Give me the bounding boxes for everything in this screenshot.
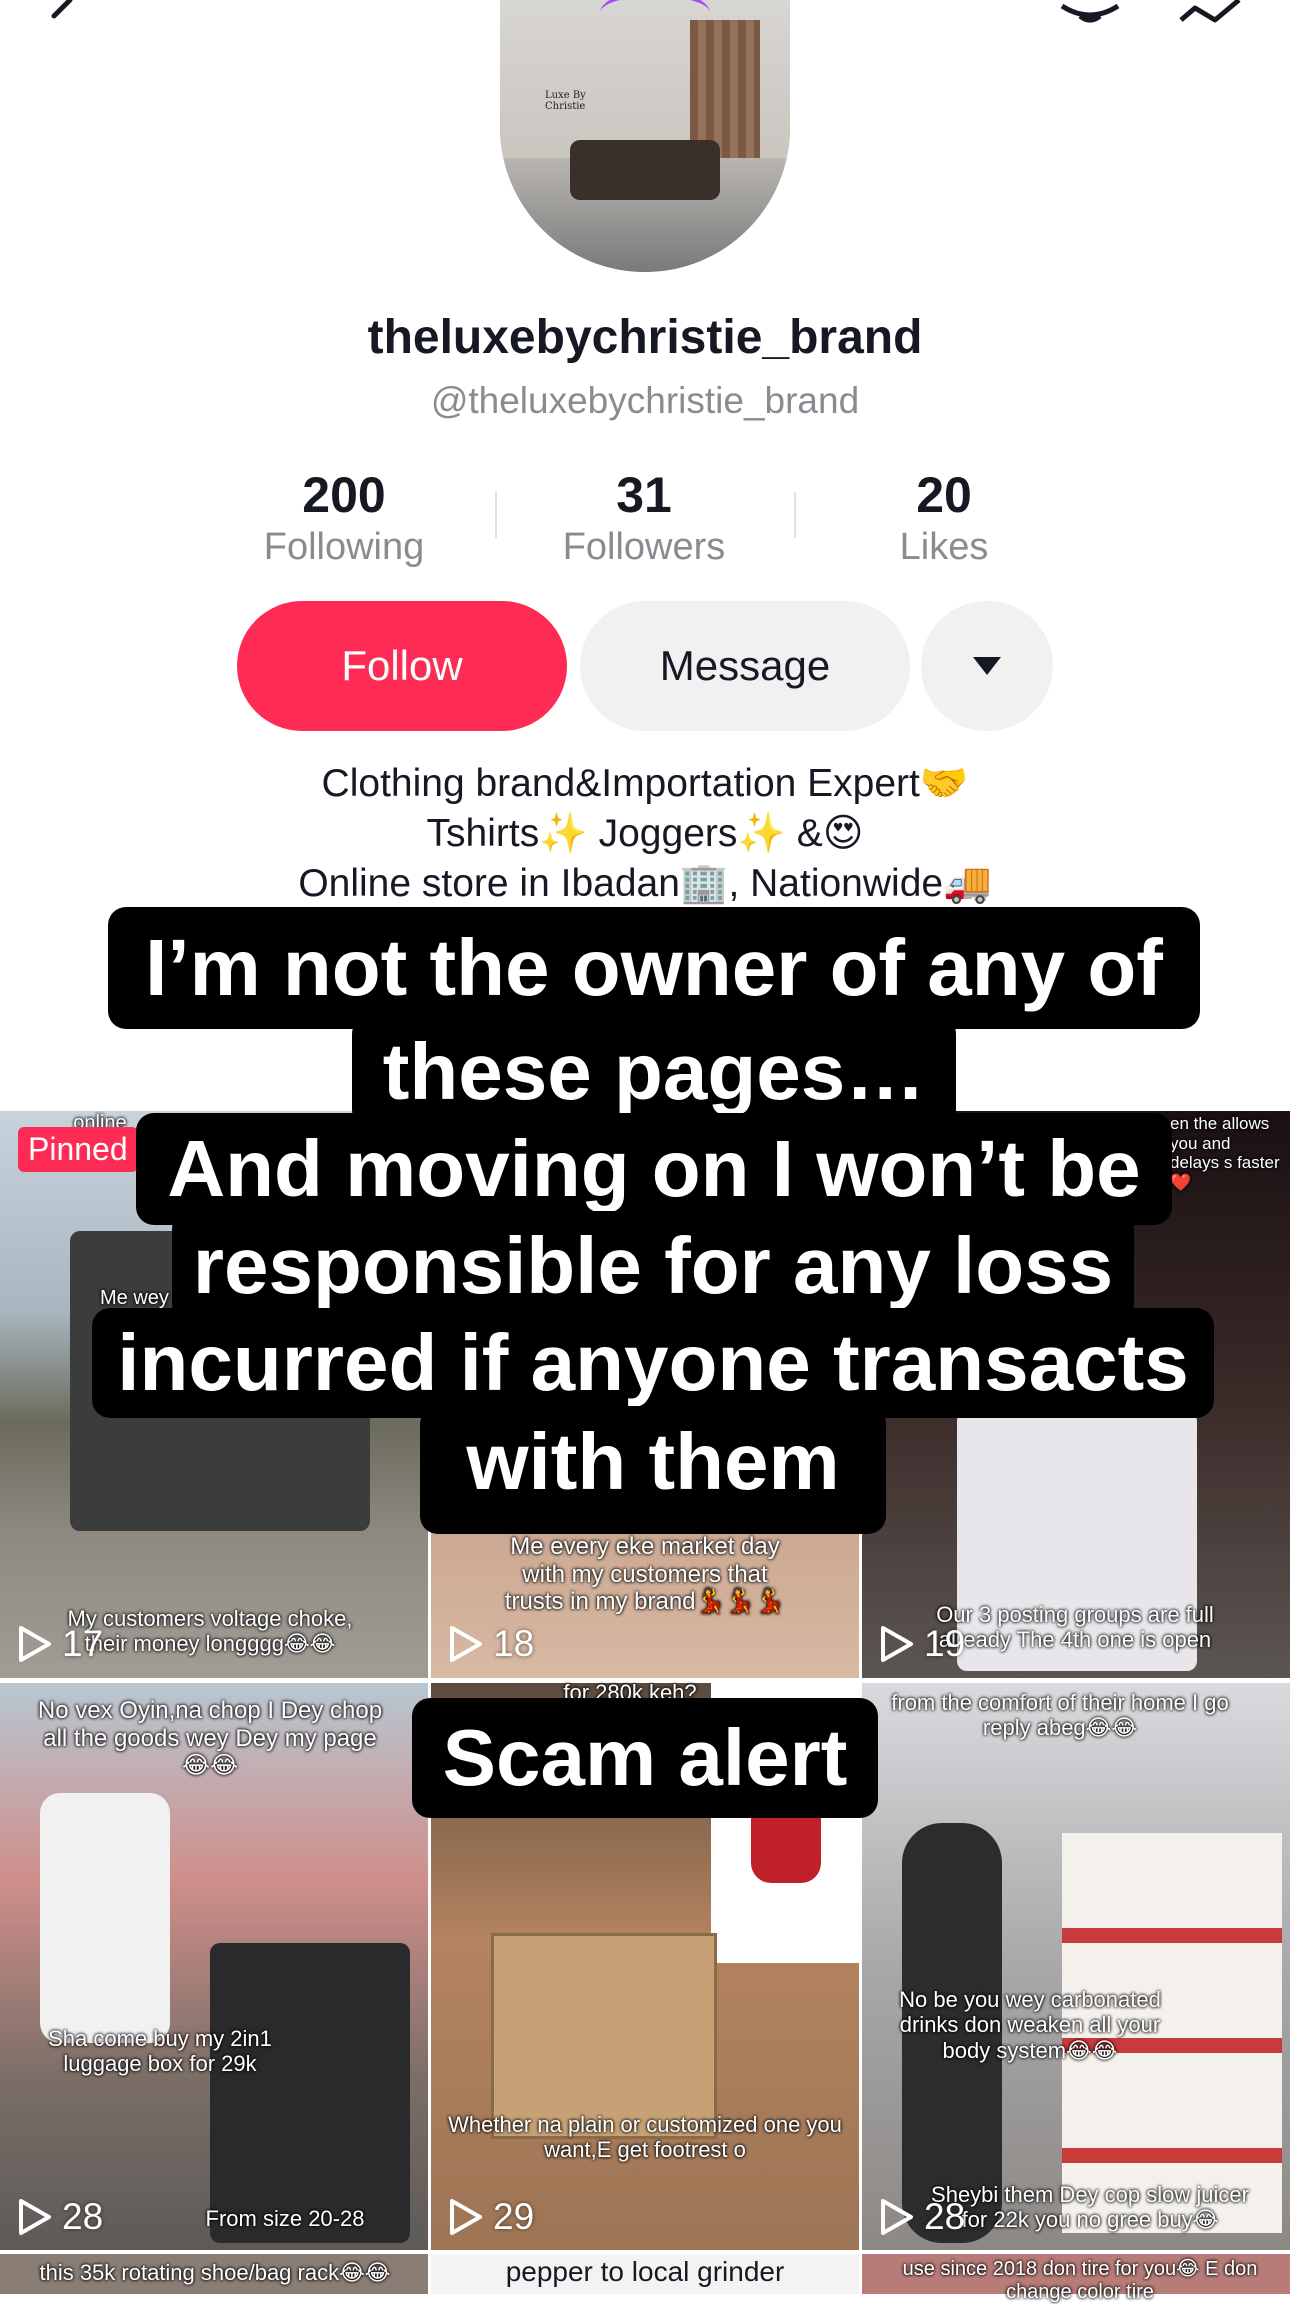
stat-label: Followers xyxy=(562,526,726,568)
stat-label: Following xyxy=(263,526,425,568)
thumbnail-caption: Sheybi them Dey cop slow juicer for 22k … xyxy=(931,2182,1249,2233)
follow-button[interactable]: Follow xyxy=(237,601,567,731)
view-count: 19 xyxy=(880,1623,965,1665)
view-count: 29 xyxy=(449,2196,534,2238)
more-options-button[interactable] xyxy=(921,601,1053,731)
video-thumbnail[interactable] xyxy=(862,1683,1290,2250)
thumbnail-caption: My customers voltage choke, their money … xyxy=(67,1606,353,1657)
divider xyxy=(495,492,497,538)
view-count: 18 xyxy=(449,1623,534,1665)
overlay-caption: responsible for any loss xyxy=(172,1211,1134,1321)
stat-followers[interactable]: 31 Followers xyxy=(524,466,764,569)
overlay-caption: And moving on I won’t be xyxy=(136,1113,1172,1225)
thumbnail-text: No vex Oyin,na chop I Dey chop all the g… xyxy=(37,1697,383,1780)
stat-label: Likes xyxy=(899,526,989,568)
play-icon xyxy=(450,1626,482,1662)
view-count: 28 xyxy=(880,2196,965,2238)
overlay-caption: these pages… xyxy=(352,1016,956,1128)
view-count-value: 17 xyxy=(62,1623,104,1664)
stat-value: 20 xyxy=(916,467,972,523)
overlay-caption: with them xyxy=(420,1406,886,1534)
view-count-value: 28 xyxy=(924,2196,966,2237)
view-count: 28 xyxy=(18,2196,103,2238)
thumbnail-caption: Me every eke market day with my customer… xyxy=(504,1533,786,1616)
thumbnail-text: from the comfort of their home I go repl… xyxy=(891,1690,1229,1741)
share-icon[interactable] xyxy=(1175,0,1245,29)
divider xyxy=(794,492,796,538)
view-count-value: 28 xyxy=(62,2196,104,2237)
play-icon xyxy=(881,2199,913,2235)
thumbnail-caption: pepper to local grinder xyxy=(505,2256,785,2287)
view-count: 17 xyxy=(18,1623,103,1665)
avatar-logo-text: Luxe By Christie xyxy=(545,90,586,112)
stat-likes[interactable]: 20 Likes xyxy=(824,466,1064,569)
view-count-value: 19 xyxy=(924,1623,966,1664)
handle: @theluxebychristie_brand xyxy=(430,380,860,421)
overlay-caption: incurred if anyone transacts xyxy=(92,1308,1214,1418)
thumbnail-caption: use since 2018 don tire for you😂 E don c… xyxy=(902,2258,1258,2303)
overlay-caption: I’m not the owner of any of xyxy=(108,907,1200,1029)
thumbnail-text: No be you wey carbonated drinks don weak… xyxy=(899,1987,1161,2063)
thumbnail-caption: this 35k rotating shoe/bag rack😂😂 xyxy=(39,2260,391,2285)
stat-value: 200 xyxy=(302,467,386,523)
play-icon xyxy=(19,1626,51,1662)
avatar[interactable]: Luxe By Christie xyxy=(500,0,790,272)
play-icon xyxy=(881,1626,913,1662)
display-name: theluxebychristie_brand xyxy=(367,311,923,364)
stat-following[interactable]: 200 Following xyxy=(224,466,464,569)
stat-value: 31 xyxy=(616,467,672,523)
caret-down-icon xyxy=(973,657,1001,675)
scam-alert-caption: Scam alert xyxy=(412,1698,878,1818)
bell-icon[interactable] xyxy=(1058,0,1122,29)
message-button[interactable]: Message xyxy=(580,601,910,731)
bio-line: Online store in Ibadan🏢, Nationwide🚚 xyxy=(298,862,992,905)
pinned-badge: Pinned xyxy=(18,1127,138,1172)
view-count-value: 29 xyxy=(493,2196,535,2237)
view-count-value: 18 xyxy=(493,1623,535,1664)
thumbnail-text: Me wey xyxy=(100,1287,169,1309)
thumbnail-text: From size 20-28 xyxy=(205,2206,365,2231)
back-icon[interactable] xyxy=(40,0,80,27)
play-icon xyxy=(19,2199,51,2235)
thumbnail-text: en the allows you and delays s faster❤️ xyxy=(1170,1114,1280,1192)
bio-line: Clothing brand&Importation Expert🤝 xyxy=(321,762,969,805)
play-icon xyxy=(450,2199,482,2235)
thumbnail-caption: Sha come buy my 2in1 luggage box for 29k xyxy=(48,2026,272,2077)
bio-line: Tshirts✨ Joggers✨ &😍 xyxy=(426,812,864,855)
thumbnail-caption: Whether na plain or customized one you w… xyxy=(448,2112,842,2163)
